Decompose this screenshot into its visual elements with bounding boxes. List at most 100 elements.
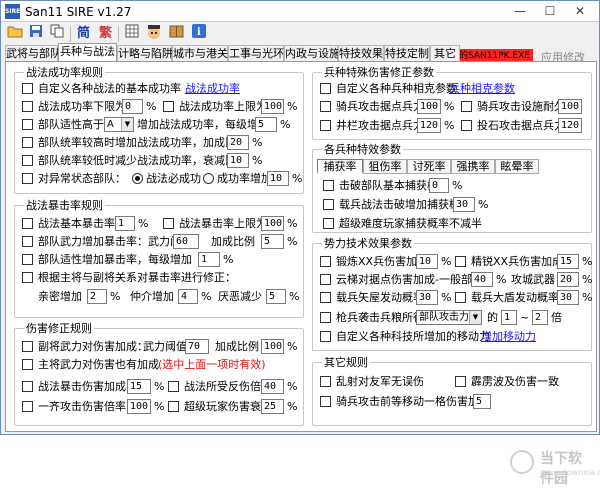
raid-basis-select[interactable]: 部队攻击力 ▼ [416, 310, 482, 325]
custom-troop-checkbox[interactable] [320, 83, 331, 94]
force-threshold-input[interactable]: 60 [173, 234, 199, 249]
tab-snipe-rate[interactable]: 狙伤率 [363, 159, 407, 174]
arrow-house-checkbox[interactable] [320, 292, 331, 303]
tab-capture-rate[interactable]: 捕获率 [317, 159, 363, 174]
info-icon[interactable]: i [189, 24, 208, 43]
tab-troops-tactics[interactable]: 兵种与战法 [58, 43, 117, 62]
elite-checkbox[interactable] [455, 256, 466, 267]
tab-generals[interactable]: 武将与部队 [5, 45, 61, 61]
custom-tactic-rate-checkbox[interactable] [22, 83, 33, 94]
mediator-input[interactable]: 4 [178, 289, 198, 304]
min-rate-input[interactable]: 0 [122, 99, 143, 114]
max-rate-input[interactable]: 100 [261, 99, 284, 114]
crit-damage-checkbox[interactable] [22, 381, 33, 392]
deputy-ratio-input[interactable]: 100 [261, 339, 284, 354]
grid-icon[interactable] [122, 24, 141, 43]
hatred-input[interactable]: 5 [266, 289, 286, 304]
min-rate-checkbox[interactable] [22, 101, 33, 112]
tab-skill-effects[interactable]: 特技效果 [338, 45, 384, 61]
cavalry-base-checkbox[interactable] [320, 101, 331, 112]
troop-counter-link[interactable]: 兵种相克参数 [449, 82, 515, 96]
catapult-checkbox[interactable] [461, 120, 472, 131]
crit-damage-input[interactable]: 15 [127, 379, 151, 394]
well-tower-checkbox[interactable] [320, 120, 331, 131]
command-high-checkbox[interactable] [22, 137, 33, 148]
base-crit-checkbox[interactable] [22, 218, 33, 229]
capture-base-input[interactable]: 0 [429, 178, 449, 193]
max-crit-checkbox[interactable] [163, 218, 174, 229]
aptitude-increase-input[interactable]: 5 [255, 117, 277, 132]
tab-stun-rate[interactable]: 眩晕率 [495, 159, 539, 174]
siege-input[interactable]: 20 [557, 272, 579, 287]
training-input[interactable]: 10 [416, 254, 438, 269]
cavalry-move-checkbox[interactable] [320, 396, 331, 407]
cavalry-facility-input[interactable]: 100 [558, 99, 582, 114]
maximize-button[interactable]: ☐ [537, 2, 563, 20]
always-success-radio[interactable] [132, 173, 143, 184]
deputy-threshold-input[interactable]: 70 [185, 339, 209, 354]
tab-other[interactable]: 其它 [430, 45, 460, 61]
add-move-link[interactable]: 增加移动力 [481, 330, 536, 344]
tab-internal[interactable]: 内政与设施 [284, 45, 340, 61]
main-force-checkbox[interactable] [22, 359, 33, 370]
rate-increase-radio[interactable] [203, 173, 214, 184]
traditional-button[interactable]: 繁 [96, 24, 115, 43]
aptitude-crit-input[interactable]: 1 [198, 252, 220, 267]
capture-base-checkbox[interactable] [323, 180, 334, 191]
catapult-input[interactable]: 120 [558, 118, 582, 133]
ladder-checkbox[interactable] [320, 274, 331, 285]
friendly-fire-checkbox[interactable] [320, 376, 331, 387]
force-crit-checkbox[interactable] [22, 236, 33, 247]
thunder-checkbox[interactable] [455, 376, 466, 387]
aptitude-checkbox[interactable] [22, 119, 33, 130]
well-tower-input[interactable]: 120 [417, 118, 441, 133]
deputy-force-checkbox[interactable] [22, 341, 33, 352]
book-icon[interactable] [167, 24, 186, 43]
custom-move-checkbox[interactable] [320, 331, 331, 342]
cavalry-move-input[interactable]: 5 [473, 394, 491, 409]
command-high-input[interactable]: 20 [227, 135, 249, 150]
elite-input[interactable]: 15 [557, 254, 579, 269]
character-icon[interactable] [144, 24, 163, 43]
tab-works[interactable]: 工事与光环 [228, 45, 284, 61]
big-shield-checkbox[interactable] [455, 292, 466, 303]
aptitude-select[interactable]: A ▼ [104, 117, 134, 132]
rate-increase-input[interactable]: 10 [267, 171, 289, 186]
base-crit-input[interactable]: 1 [115, 216, 135, 231]
command-low-checkbox[interactable] [22, 155, 33, 166]
super-capture-checkbox[interactable] [323, 218, 334, 229]
minimize-button[interactable]: — [507, 2, 533, 20]
reflect-input[interactable]: 40 [261, 379, 284, 394]
intimate-input[interactable]: 2 [87, 289, 107, 304]
reflect-checkbox[interactable] [168, 381, 179, 392]
training-checkbox[interactable] [320, 256, 331, 267]
tab-skill-custom[interactable]: 特技定制 [384, 45, 430, 61]
tab-kill-rate[interactable]: 讨死率 [407, 159, 451, 174]
abnormal-status-checkbox[interactable] [22, 173, 33, 184]
force-ratio-input[interactable]: 5 [261, 234, 284, 249]
copy-icon[interactable] [47, 24, 66, 43]
max-rate-checkbox[interactable] [163, 101, 174, 112]
aptitude-crit-checkbox[interactable] [22, 254, 33, 265]
open-icon[interactable] [5, 24, 24, 43]
simplified-button[interactable]: 简 [74, 24, 93, 43]
arrow-house-input[interactable]: 30 [416, 290, 438, 305]
spear-raid-checkbox[interactable] [320, 312, 331, 323]
ladder-input[interactable]: 40 [471, 272, 493, 287]
cavalry-base-input[interactable]: 100 [417, 99, 441, 114]
save-icon[interactable] [26, 24, 45, 43]
raid-max-input[interactable]: 2 [532, 310, 548, 325]
big-shield-input[interactable]: 30 [557, 290, 579, 305]
joint-attack-input[interactable]: 100 [127, 399, 151, 414]
super-player-input[interactable]: 25 [261, 399, 284, 414]
close-button[interactable]: ✕ [567, 2, 593, 20]
max-crit-input[interactable]: 100 [261, 216, 284, 231]
capture-tactic-input[interactable]: 30 [453, 197, 475, 212]
tab-strategy[interactable]: 计略与陷阱 [117, 45, 173, 61]
tab-cities[interactable]: 城市与港关 [172, 45, 228, 61]
super-player-checkbox[interactable] [168, 401, 179, 412]
raid-min-input[interactable]: 1 [501, 310, 517, 325]
tactic-rate-link[interactable]: 战法成功率 [185, 82, 240, 96]
joint-attack-checkbox[interactable] [22, 401, 33, 412]
tab-strong-rate[interactable]: 强携率 [451, 159, 495, 174]
